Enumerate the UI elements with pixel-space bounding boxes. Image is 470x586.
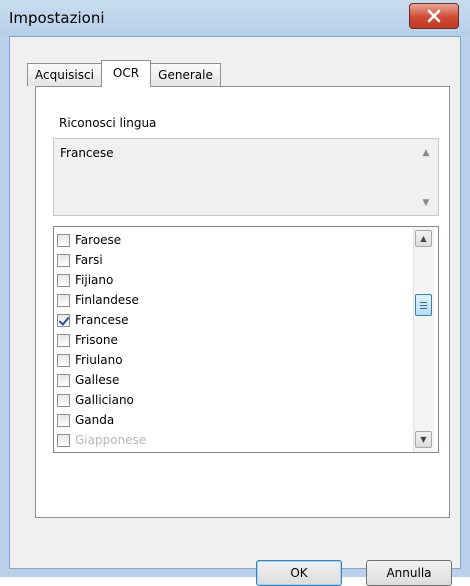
recognize-language-label: Riconosci lingua <box>59 116 157 130</box>
list-item[interactable]: Finlandese <box>57 291 397 311</box>
checkbox[interactable] <box>57 414 70 427</box>
selected-languages-text: Francese <box>60 146 114 160</box>
scroll-up-button[interactable]: ▲ <box>415 230 432 247</box>
list-item[interactable]: Faroese <box>57 231 397 251</box>
list-item[interactable]: Friulano <box>57 351 397 371</box>
language-label: Friulano <box>75 353 123 367</box>
checkbox[interactable] <box>57 354 70 367</box>
list-item[interactable]: Frisone <box>57 331 397 351</box>
language-list-scrollbar[interactable]: ▲ ▼ <box>413 227 434 452</box>
tab-generale[interactable]: Generale <box>150 63 221 86</box>
list-item[interactable]: Francese <box>57 311 397 331</box>
scroll-down-icon: ▼ <box>422 198 430 208</box>
checkbox[interactable] <box>57 254 70 267</box>
checkbox[interactable] <box>57 234 70 247</box>
language-label: Gallese <box>75 373 120 387</box>
ok-button[interactable]: OK <box>256 560 342 586</box>
settings-window: Impostazioni Acquisisci OCR Generale Ric… <box>0 0 470 586</box>
list-item[interactable]: Giapponese <box>57 431 397 451</box>
language-label: Ganda <box>75 413 115 427</box>
language-label: Frisone <box>75 333 118 347</box>
close-button[interactable] <box>409 3 459 29</box>
arrow-down-icon: ▼ <box>420 435 427 444</box>
language-label: Fijiano <box>75 273 114 287</box>
title-bar[interactable]: Impostazioni <box>0 0 470 36</box>
checkbox[interactable] <box>57 434 70 447</box>
checkbox[interactable] <box>57 374 70 387</box>
language-label: Galliciano <box>75 393 134 407</box>
checkbox-checked[interactable] <box>57 314 70 327</box>
list-item[interactable]: Fijiano <box>57 271 397 291</box>
language-label: Francese <box>75 313 129 327</box>
tab-acquisisci[interactable]: Acquisisci <box>27 63 102 86</box>
language-label: Faroese <box>75 233 122 247</box>
language-label: Finlandese <box>75 293 139 307</box>
selected-languages-box: Francese ▲ ▼ <box>53 138 439 216</box>
checkbox[interactable] <box>57 274 70 287</box>
checkbox[interactable] <box>57 294 70 307</box>
checkbox[interactable] <box>57 334 70 347</box>
scroll-up-icon: ▲ <box>422 148 430 158</box>
cancel-button[interactable]: Annulla <box>366 560 452 586</box>
list-item[interactable]: Farsi <box>57 251 397 271</box>
language-label: Giapponese <box>75 433 147 447</box>
window-title: Impostazioni <box>9 9 105 27</box>
tab-ocr[interactable]: OCR <box>101 60 151 87</box>
close-icon <box>427 9 441 23</box>
checkbox[interactable] <box>57 394 70 407</box>
scroll-down-button[interactable]: ▼ <box>415 431 432 448</box>
list-item[interactable]: Gallese <box>57 371 397 391</box>
arrow-up-icon: ▲ <box>420 234 427 243</box>
language-label: Farsi <box>75 253 103 267</box>
scroll-thumb[interactable] <box>415 294 432 316</box>
list-item[interactable]: Galliciano <box>57 391 397 411</box>
language-list[interactable]: Faroese Farsi Fijiano Finlandese Frances… <box>53 226 439 453</box>
list-item[interactable]: Ganda <box>57 411 397 431</box>
